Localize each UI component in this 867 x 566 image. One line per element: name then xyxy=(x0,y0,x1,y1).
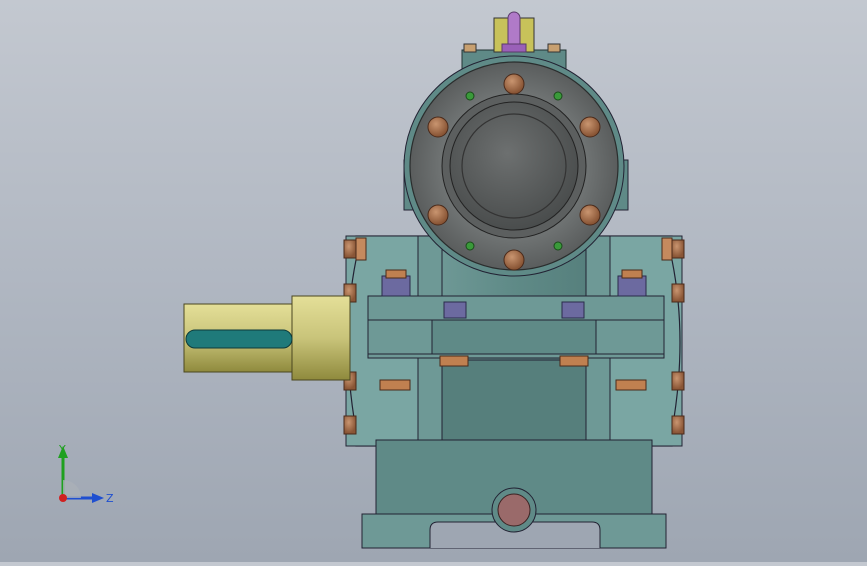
coordinate-triad: Y Z xyxy=(58,443,114,505)
x-axis-dot xyxy=(59,494,67,502)
drain-plug xyxy=(491,487,537,533)
y-axis-label: Y xyxy=(58,443,66,456)
z-axis-arrow-icon xyxy=(92,493,104,503)
gear-reducer-model[interactable] xyxy=(0,0,867,562)
graphics-viewport[interactable] xyxy=(0,0,867,562)
output-shaft xyxy=(183,295,351,381)
z-axis-label: Z xyxy=(106,492,114,505)
